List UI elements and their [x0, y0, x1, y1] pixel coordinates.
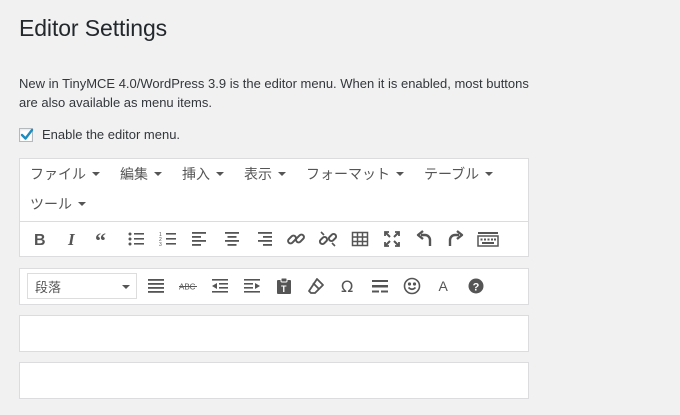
menu-edit[interactable]: 編集 — [110, 162, 172, 186]
menu-insert-label: 挿入 — [182, 166, 210, 182]
text-color-icon[interactable]: A — [428, 272, 460, 300]
svg-text:?: ? — [473, 281, 480, 293]
help-icon[interactable]: ? — [460, 272, 492, 300]
emoticons-icon[interactable] — [396, 272, 428, 300]
table-icon[interactable] — [344, 225, 376, 253]
italic-icon[interactable]: I — [56, 225, 88, 253]
chevron-down-icon — [485, 172, 494, 176]
chevron-down-icon — [216, 172, 224, 176]
outdent-icon[interactable] — [204, 272, 236, 300]
enable-menu-checkbox[interactable] — [19, 127, 34, 142]
editor-menubar: ファイル 編集 挿入 表示 フォーマット テーブル ツール B I “ 123 — [19, 158, 529, 257]
settings-textbox-1[interactable] — [19, 315, 529, 352]
page-title: Editor Settings — [19, 15, 168, 41]
menu-edit-label: 編集 — [120, 166, 148, 182]
menu-insert[interactable]: 挿入 — [172, 162, 234, 186]
numbered-list-icon[interactable]: 123 — [152, 225, 184, 253]
strikethrough-icon[interactable]: ABC — [172, 272, 204, 300]
paste-text-icon[interactable]: T — [268, 272, 300, 300]
svg-text:Ω: Ω — [341, 277, 353, 296]
menu-tools-label: ツール — [30, 196, 72, 212]
checkmark-icon — [20, 128, 34, 140]
chevron-down-icon — [396, 172, 404, 176]
link-icon[interactable] — [280, 225, 312, 253]
indent-icon[interactable] — [236, 272, 268, 300]
bold-icon[interactable]: B — [24, 225, 56, 253]
editor-toolbar-2: 段落 ABC T Ω A ? — [19, 268, 529, 305]
horizontal-rule-icon[interactable] — [364, 272, 396, 300]
menu-table[interactable]: テーブル — [414, 162, 503, 186]
format-select-value: 段落 — [35, 279, 62, 295]
svg-text:“: “ — [95, 229, 106, 249]
align-left-icon[interactable] — [184, 225, 216, 253]
menu-format-label: フォーマット — [306, 166, 390, 182]
blockquote-icon[interactable]: “ — [88, 225, 120, 253]
align-center-icon[interactable] — [216, 225, 248, 253]
menu-file-label: ファイル — [30, 166, 86, 182]
menu-tools[interactable]: ツール — [20, 192, 96, 216]
svg-text:T: T — [281, 284, 287, 294]
menu-table-label: テーブル — [424, 166, 480, 182]
clear-formatting-icon[interactable] — [300, 272, 332, 300]
chevron-down-icon — [92, 172, 100, 176]
chevron-down-icon — [122, 285, 130, 289]
justify-icon[interactable] — [140, 272, 172, 300]
toolbar-toggle-icon[interactable] — [472, 225, 504, 253]
svg-text:I: I — [67, 230, 76, 249]
menu-view[interactable]: 表示 — [234, 162, 296, 186]
unlink-icon[interactable] — [312, 225, 344, 253]
undo-icon[interactable] — [408, 225, 440, 253]
svg-text:3: 3 — [159, 242, 162, 248]
chevron-down-icon — [78, 202, 86, 206]
special-character-icon[interactable]: Ω — [332, 272, 364, 300]
bullet-list-icon[interactable] — [120, 225, 152, 253]
chevron-down-icon — [278, 172, 286, 176]
svg-text:A: A — [439, 278, 449, 294]
enable-menu-row[interactable]: Enable the editor menu. — [19, 127, 180, 142]
settings-textbox-2[interactable] — [19, 362, 529, 399]
fullscreen-icon[interactable] — [376, 225, 408, 253]
menu-view-label: 表示 — [244, 166, 272, 182]
menu-format[interactable]: フォーマット — [296, 162, 414, 186]
enable-menu-label[interactable]: Enable the editor menu. — [42, 127, 180, 142]
svg-text:B: B — [34, 232, 46, 249]
redo-icon[interactable] — [440, 225, 472, 253]
description-text: New in TinyMCE 4.0/WordPress 3.9 is the … — [19, 76, 529, 110]
menu-file[interactable]: ファイル — [20, 162, 110, 186]
chevron-down-icon — [154, 172, 162, 176]
menubar-divider — [20, 221, 528, 222]
align-right-icon[interactable] — [248, 225, 280, 253]
format-select[interactable]: 段落 — [27, 273, 137, 299]
